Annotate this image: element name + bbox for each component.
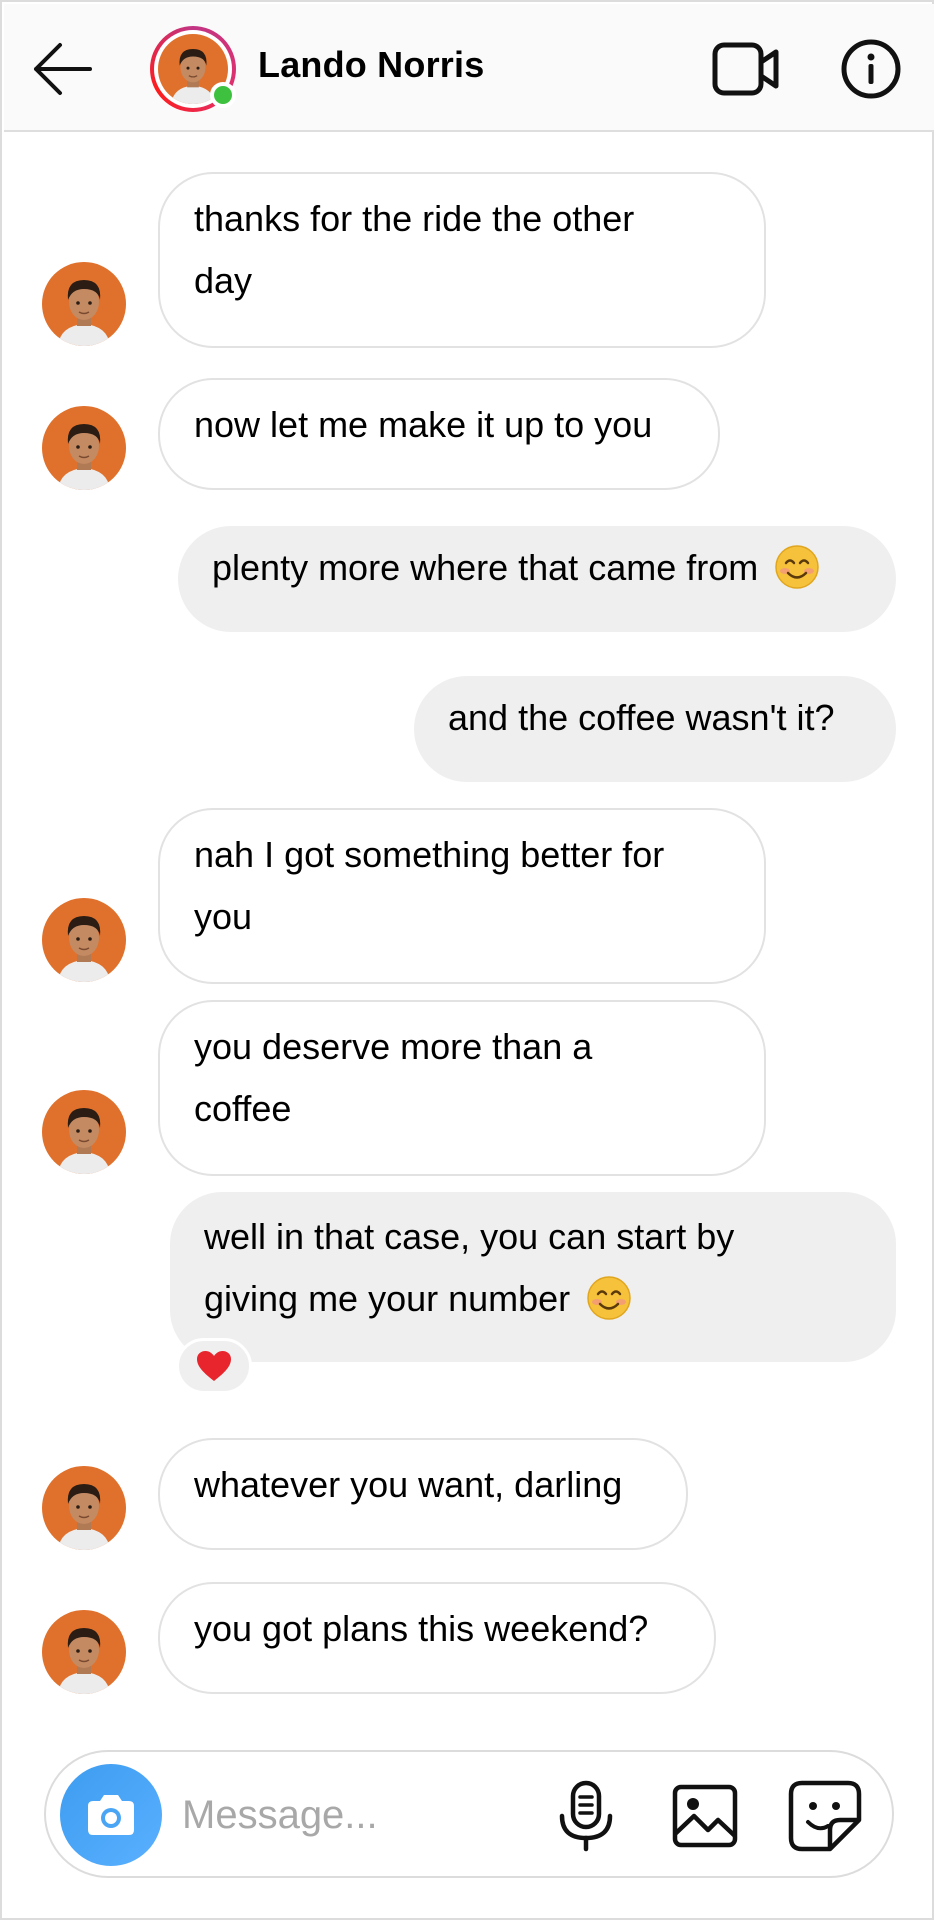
voice-message-button[interactable] [556, 1780, 616, 1852]
image-icon [672, 1784, 738, 1848]
arrow-left-icon [34, 43, 92, 95]
message-text-line: well in that case, you can start by [204, 1216, 735, 1257]
message-reaction[interactable] [176, 1338, 252, 1394]
video-call-button[interactable] [712, 40, 780, 98]
message-text-line: and the coffee wasn't it? [448, 697, 835, 738]
red-heart-icon [197, 1351, 231, 1381]
sticker-button[interactable] [788, 1780, 862, 1852]
contact-name[interactable]: Lando Norris [258, 44, 484, 86]
sender-avatar[interactable] [42, 1090, 126, 1174]
gallery-button[interactable] [672, 1784, 738, 1848]
message-text-line: coffee [194, 1088, 292, 1129]
sender-avatar[interactable] [42, 1466, 126, 1550]
message-text-line: giving me your number [204, 1278, 571, 1319]
message-text-line: you got plans this weekend? [194, 1608, 649, 1649]
microphone-icon [559, 1780, 613, 1852]
video-camera-icon [712, 42, 779, 96]
camera-button[interactable] [60, 1764, 162, 1866]
message-text-line: thanks for the ride the other [194, 198, 635, 239]
message-text-line: you deserve more than a [194, 1026, 593, 1067]
camera-icon [88, 1795, 134, 1835]
sender-avatar[interactable] [42, 898, 126, 982]
chat-header: Lando Norris [4, 4, 934, 132]
message-text-line: whatever you want, darling [194, 1464, 623, 1505]
message-text-line: now let me make it up to you [194, 404, 653, 445]
sender-avatar[interactable] [42, 262, 126, 346]
outgoing-message-bubble[interactable]: and the coffee wasn't it? [414, 676, 896, 782]
chat-screen: Lando Norris thanks for the ride the oth… [0, 0, 934, 1920]
incoming-message-bubble[interactable]: thanks for the ride the other day [158, 172, 766, 348]
online-status-dot [210, 82, 236, 108]
message-text-line: day [194, 260, 253, 301]
message-composer [44, 1750, 894, 1878]
smiling-face-emoji [587, 1276, 631, 1321]
incoming-message-bubble[interactable]: now let me make it up to you [158, 378, 720, 490]
incoming-message-bubble[interactable]: you got plans this weekend? [158, 1582, 716, 1694]
message-text-line: plenty more where that came from [212, 547, 759, 588]
incoming-message-bubble[interactable]: whatever you want, darling [158, 1438, 688, 1550]
sender-avatar[interactable] [42, 1610, 126, 1694]
info-button[interactable] [840, 38, 902, 100]
message-text-line: you [194, 896, 253, 937]
smiling-face-emoji [775, 545, 819, 590]
incoming-message-bubble[interactable]: nah I got something better for you [158, 808, 766, 984]
sticker-icon [788, 1780, 862, 1852]
message-text-line: nah I got something better for [194, 834, 665, 875]
incoming-message-bubble[interactable]: you deserve more than a coffee [158, 1000, 766, 1176]
back-button[interactable] [32, 40, 94, 98]
info-icon [841, 39, 901, 99]
sender-avatar[interactable] [42, 406, 126, 490]
message-input[interactable] [182, 1782, 542, 1848]
outgoing-message-bubble[interactable]: plenty more where that came from [178, 526, 896, 632]
outgoing-message-bubble[interactable]: well in that case, you can start by givi… [170, 1192, 896, 1362]
